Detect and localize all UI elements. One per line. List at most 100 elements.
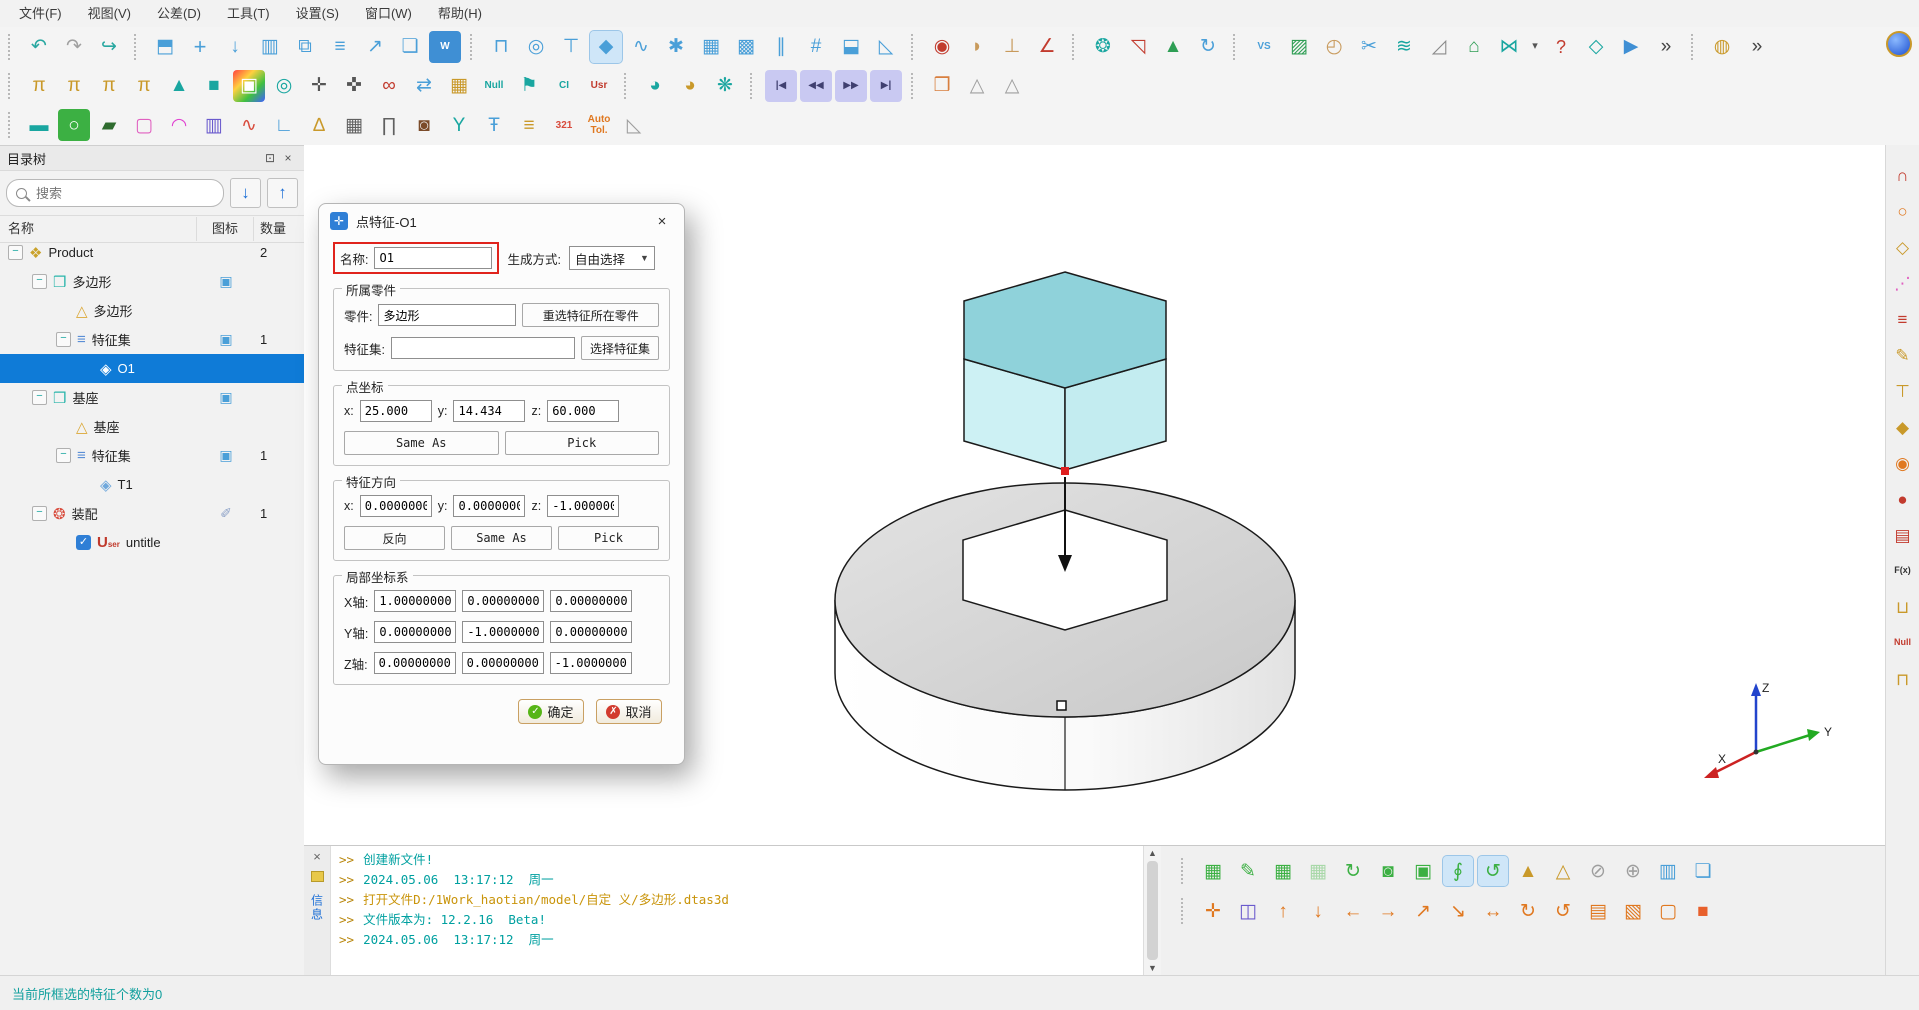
monitor-pink-icon[interactable]: ▢: [128, 109, 160, 141]
feature-point-icon[interactable]: ◆: [590, 31, 622, 63]
tree-row-特征集[interactable]: −≡特征集▣1: [0, 325, 304, 354]
tree-row-Product[interactable]: −❖Product2: [0, 238, 304, 267]
box-move-se-icon[interactable]: ↘: [1443, 896, 1473, 926]
dashed-box-icon[interactable]: ❏: [1688, 856, 1718, 886]
overflow-2-icon[interactable]: »: [1741, 31, 1773, 63]
tree-row-多边形[interactable]: −❒多边形▣: [0, 267, 304, 296]
target-cross-icon[interactable]: ⊕: [1618, 856, 1648, 886]
doc-3d-icon[interactable]: ❏: [394, 31, 426, 63]
dir-y-field[interactable]: [453, 495, 525, 517]
point-x-field[interactable]: [360, 400, 432, 422]
dock-icon[interactable]: ⊡: [261, 149, 279, 167]
stack-colored-icon[interactable]: ❒: [926, 70, 958, 102]
axis-points-icon[interactable]: ⋰: [1889, 269, 1917, 297]
point-pick-button[interactable]: Pick: [505, 431, 660, 455]
log-scrollbar[interactable]: ▲ ▼: [1143, 846, 1161, 975]
sort-up-button[interactable]: ↑: [267, 178, 298, 208]
expander-icon[interactable]: −: [32, 506, 47, 521]
point-pin-2-icon[interactable]: ✜: [338, 70, 370, 102]
link-line-icon[interactable]: ⇄: [408, 70, 440, 102]
lock-icon[interactable]: ◙: [1373, 856, 1403, 886]
result-gauge-icon[interactable]: ◴: [1318, 31, 1350, 63]
flag-note-icon[interactable]: ⚑: [513, 70, 545, 102]
bars-red-2-icon[interactable]: ▤: [1889, 521, 1917, 549]
generation-mode-select[interactable]: 自由选择 ▼: [569, 246, 655, 270]
menu-h[interactable]: 帮助(H): [425, 1, 495, 27]
weights-balance-icon[interactable]: ∆: [303, 109, 335, 141]
tree-row-装配[interactable]: −❂装配✐1: [0, 499, 304, 528]
cube-solid-icon[interactable]: ■: [1688, 896, 1718, 926]
save-file-icon[interactable]: ↓: [219, 31, 251, 63]
word-ppt[interactable]: W: [429, 31, 461, 63]
gpt-rotate-icon[interactable]: ↻: [1192, 31, 1224, 63]
reselect-part-button[interactable]: 重选特征所在零件: [522, 303, 659, 327]
stripes-blue-icon[interactable]: ▥: [198, 109, 230, 141]
box-move-right-icon[interactable]: →: [1373, 896, 1403, 926]
box-move-down-icon[interactable]: ↓: [1303, 896, 1333, 926]
y-axis-field-1[interactable]: [374, 621, 456, 643]
scatter-network-icon[interactable]: ❋: [709, 70, 741, 102]
datum-axis-icon[interactable]: ⊥: [996, 31, 1028, 63]
z-axis-field-1[interactable]: [374, 652, 456, 674]
nav-first[interactable]: |◀: [765, 70, 797, 102]
scroll-thumb[interactable]: [1147, 861, 1158, 960]
new-file-icon[interactable]: +: [184, 31, 216, 63]
circle-red-icon[interactable]: ●: [1889, 485, 1917, 513]
null-feature[interactable]: Null: [478, 70, 510, 102]
bars-red-icon[interactable]: ≡: [1889, 305, 1917, 333]
rotate-sync-icon[interactable]: ↺: [1478, 856, 1508, 886]
cone-measure-icon[interactable]: △: [1548, 856, 1578, 886]
board-view-icon[interactable]: ▦: [1198, 856, 1228, 886]
feature-rivet-icon[interactable]: ⊤: [555, 31, 587, 63]
rivet-type-3-icon[interactable]: π: [93, 70, 125, 102]
overflow-1-icon[interactable]: »: [1650, 31, 1682, 63]
menu-d[interactable]: 公差(D): [144, 1, 214, 27]
cone-add-icon[interactable]: ▲: [1513, 856, 1543, 886]
link-points-icon[interactable]: ∞: [373, 70, 405, 102]
pyramid-weld-icon[interactable]: ▲: [163, 70, 195, 102]
search-input[interactable]: [34, 185, 214, 202]
z-axis-field-2[interactable]: [462, 652, 544, 674]
doc-export-icon[interactable]: ↗: [359, 31, 391, 63]
box-move-swap-icon[interactable]: ↔: [1478, 896, 1508, 926]
report-import-icon[interactable]: ⧉: [289, 31, 321, 63]
rivet-type-2-icon[interactable]: π: [58, 70, 90, 102]
file-redo-icon[interactable]: ↪: [93, 31, 125, 63]
tree-row-untitle[interactable]: ✓Useruntitle: [0, 528, 304, 557]
log-fold-icon[interactable]: [311, 871, 324, 882]
clamp-gold-icon[interactable]: ⊓: [1889, 665, 1917, 693]
tree-row-基座[interactable]: −❒基座▣: [0, 383, 304, 412]
angle-measure-icon[interactable]: ∠: [1031, 31, 1063, 63]
report-icon[interactable]: ▥: [254, 31, 286, 63]
redo-icon[interactable]: ↷: [58, 31, 90, 63]
diamond-gold-icon[interactable]: ◆: [1889, 413, 1917, 441]
building-icon[interactable]: ▦: [338, 109, 370, 141]
point-pin-1-icon[interactable]: ✛: [303, 70, 335, 102]
pen-gold-icon[interactable]: ✎: [1889, 341, 1917, 369]
magnet-icon[interactable]: ∩: [1889, 161, 1917, 189]
dial-gauge-icon[interactable]: ◉: [926, 31, 958, 63]
play-icon[interactable]: ▶: [1615, 31, 1647, 63]
sphere-green-icon[interactable]: ○: [58, 109, 90, 141]
feature-pin-clamp-icon[interactable]: #: [800, 31, 832, 63]
fx[interactable]: F(x): [1889, 557, 1917, 585]
search-box[interactable]: [6, 179, 224, 207]
tolerance-ruler-icon[interactable]: ◹: [1122, 31, 1154, 63]
help-question-icon[interactable]: ?: [1545, 31, 1577, 63]
open-model-icon[interactable]: ⬒: [149, 31, 181, 63]
ci-feature[interactable]: CI: [548, 70, 580, 102]
scroll-up-icon[interactable]: ▲: [1148, 847, 1157, 859]
feature-uv-surface-icon[interactable]: ▩: [730, 31, 762, 63]
ring-target-icon[interactable]: ◎: [268, 70, 300, 102]
expander-icon[interactable]: −: [8, 245, 23, 260]
undo-icon[interactable]: ↶: [23, 31, 55, 63]
box-move-up-icon[interactable]: ↑: [1268, 896, 1298, 926]
expander-icon[interactable]: −: [32, 274, 47, 289]
t-square-icon[interactable]: Ŧ: [478, 109, 510, 141]
cancel-button[interactable]: ✗ 取消: [596, 699, 662, 724]
dialog-close-icon[interactable]: ×: [651, 213, 673, 230]
compare-flip-icon[interactable]: ⋈: [1493, 31, 1525, 63]
scroll-down-icon[interactable]: ▼: [1148, 962, 1157, 974]
ruler-l-icon[interactable]: ∟: [268, 109, 300, 141]
steps-321[interactable]: 321: [548, 109, 580, 141]
